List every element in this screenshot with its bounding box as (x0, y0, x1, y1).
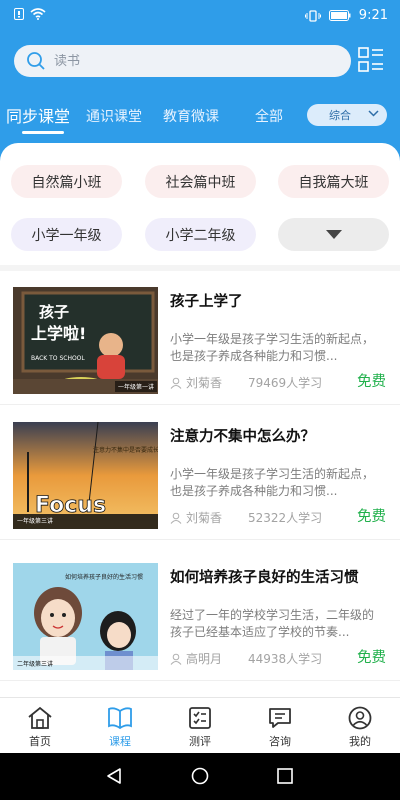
course-item[interactable]: 孩子 上学啦! BACK TO SCHOOL 一年级第一讲 孩子上学了 小学一年… (0, 271, 400, 405)
price-label: 免费 (357, 509, 386, 525)
course-description: 小学一年级是孩子学习生活的新起点，也是孩子养成各种能力和习惯... (170, 332, 375, 363)
nav-label: 课程 (109, 735, 131, 748)
course-title: 孩子上学了 (170, 294, 243, 310)
tab-sync-class[interactable]: 同步课堂 (6, 103, 70, 127)
tab-general-class[interactable]: 通识课堂 (86, 106, 142, 126)
filter-chip-nature[interactable]: 自然篇小班 (11, 165, 122, 198)
chevron-down-icon (368, 110, 379, 117)
search-input[interactable] (54, 53, 304, 69)
home-circle-icon (191, 767, 209, 785)
list-grid-icon (358, 47, 383, 72)
teacher-name: 刘菊香 (186, 511, 223, 525)
nav-courses[interactable]: 课程 (90, 706, 150, 749)
thumb-tag: 二年级第三讲 (17, 660, 53, 668)
thumb-text-line2: 上学啦! (31, 324, 86, 343)
teacher-name: 刘菊香 (186, 376, 223, 390)
recents-square-icon (277, 768, 293, 784)
thumb-heading: 如何培养孩子良好的生活习惯 (65, 573, 143, 581)
book-icon (108, 707, 132, 730)
search-icon (27, 52, 45, 70)
back-triangle-icon (107, 768, 121, 784)
person-icon (170, 512, 182, 524)
sort-dropdown[interactable]: 综合 (307, 104, 387, 126)
system-home-button[interactable] (191, 767, 209, 789)
nav-label: 首页 (29, 735, 51, 748)
vibrate-icon (304, 9, 321, 22)
thumb-question: 注意力不集中是否要成长? (93, 446, 158, 454)
nav-home[interactable]: 首页 (10, 706, 70, 749)
tab-all[interactable]: 全部 (255, 106, 283, 126)
checklist-icon (189, 707, 211, 729)
active-tab-indicator (22, 131, 64, 134)
system-recents-button[interactable] (276, 767, 294, 789)
thumb-tag: 一年级第一讲 (118, 383, 154, 391)
system-navigation-bar (0, 753, 400, 800)
search-row (14, 45, 386, 77)
list-view-button[interactable] (358, 47, 386, 75)
course-description: 小学一年级是孩子学习生活的新起点，也是孩子养成各种能力和习惯... (170, 467, 375, 498)
course-item[interactable]: 如何培养孩子良好的生活习惯 二年级第三讲 如何培养孩子良好的生活习惯 经过了一年… (0, 547, 400, 681)
filter-chip-grade-1[interactable]: 小学一年级 (11, 218, 122, 251)
notification-icon (14, 8, 24, 20)
home-icon (28, 706, 52, 729)
teacher-name: 高明月 (186, 652, 223, 666)
chat-icon (269, 708, 291, 728)
person-icon (170, 653, 182, 665)
thumb-text-sub: BACK TO SCHOOL (31, 355, 85, 362)
person-icon (170, 377, 182, 389)
nav-assessment[interactable]: 测评 (170, 706, 230, 749)
learner-count: 44938人学习 (248, 652, 323, 666)
bottom-navigation: 首页 课程 测评 咨询 我的 (0, 697, 400, 753)
nav-label: 我的 (349, 735, 371, 748)
expand-filters-button[interactable] (278, 218, 389, 251)
learner-count: 52322人学习 (248, 511, 323, 525)
filter-chip-grade-2[interactable]: 小学二年级 (145, 218, 256, 251)
wifi-icon (30, 8, 46, 20)
price-label: 免费 (357, 650, 386, 666)
thumb-tag: 一年级第三讲 (17, 517, 53, 525)
learner-count: 79469人学习 (248, 376, 323, 390)
nav-label: 咨询 (269, 735, 291, 748)
course-thumbnail: 孩子 上学啦! BACK TO SCHOOL 一年级第一讲 (13, 287, 158, 394)
course-item[interactable]: 注意力不集中是否要成长? Focus 一年级第三讲 注意力不集中怎么办？ 小学一… (0, 406, 400, 540)
course-thumbnail: 如何培养孩子良好的生活习惯 二年级第三讲 (13, 563, 158, 670)
course-thumbnail: 注意力不集中是否要成长? Focus 一年级第三讲 (13, 422, 158, 529)
status-time: 9:21 (358, 8, 388, 23)
price-label: 免费 (357, 374, 386, 390)
thumb-text-line1: 孩子 (39, 303, 69, 321)
battery-icon (328, 10, 351, 21)
course-description: 经过了一年的学校学习生活，二年级的孩子已经基本适应了学校的节奏... (170, 608, 375, 639)
course-meta: 刘菊香 52322人学习 (170, 509, 322, 526)
triangle-down-icon (325, 230, 342, 239)
sort-label: 综合 (329, 109, 351, 122)
course-title: 注意力不集中怎么办？ (170, 429, 315, 445)
filter-panel: 自然篇小班 社会篇中班 自我篇大班 小学一年级 小学二年级 (0, 143, 400, 265)
nav-label: 测评 (189, 735, 211, 748)
course-meta: 刘菊香 79469人学习 (170, 374, 322, 391)
course-meta: 高明月 44938人学习 (170, 650, 322, 667)
nav-consult[interactable]: 咨询 (250, 706, 310, 749)
system-back-button[interactable] (105, 767, 123, 789)
nav-profile[interactable]: 我的 (330, 706, 390, 749)
search-box[interactable] (14, 45, 351, 77)
filter-chip-self[interactable]: 自我篇大班 (278, 165, 389, 198)
status-bar: 9:21 (0, 0, 400, 32)
course-title: 如何培养孩子良好的生活习惯 (170, 570, 359, 586)
tab-micro-lesson[interactable]: 教育微课 (163, 106, 219, 126)
user-icon (348, 706, 372, 730)
filter-chip-society[interactable]: 社会篇中班 (145, 165, 256, 198)
